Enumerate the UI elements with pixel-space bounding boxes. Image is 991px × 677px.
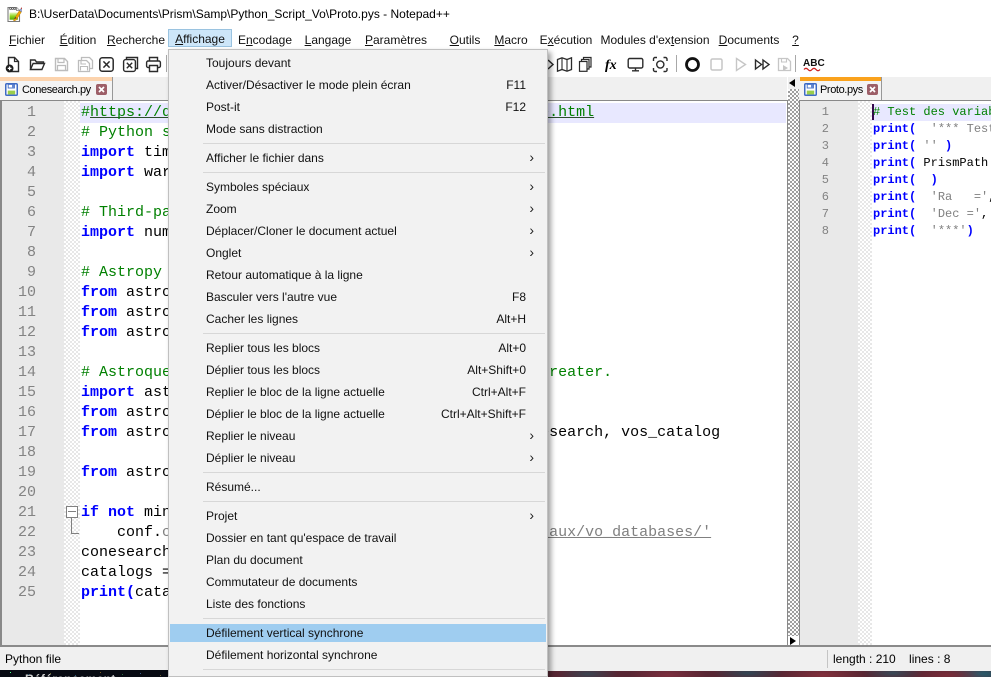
svg-text:ABC: ABC xyxy=(803,58,825,69)
svg-text:fx: fx xyxy=(605,58,617,73)
